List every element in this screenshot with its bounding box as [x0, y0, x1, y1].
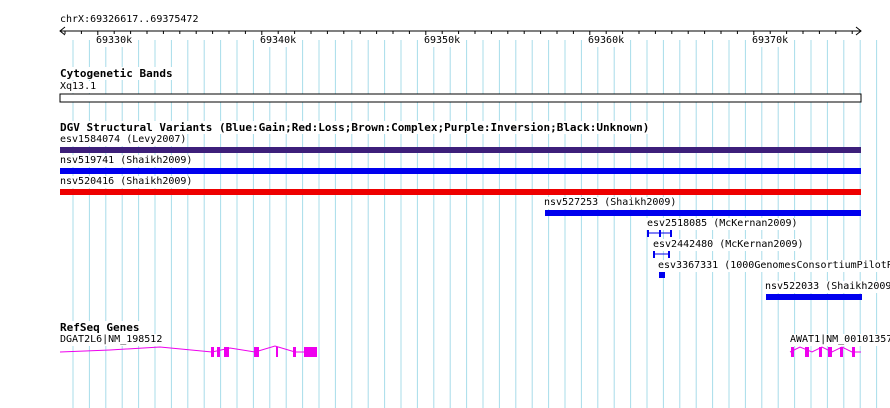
gene-exon[interactable]: [254, 347, 259, 357]
cytoband-bar[interactable]: [59, 93, 862, 103]
variant-block[interactable]: [653, 250, 655, 258]
gene-label-dgat2l6[interactable]: DGAT2L6|NM_198512: [59, 334, 164, 346]
variant-label-esv1584074[interactable]: esv1584074 (Levy2007): [59, 134, 188, 146]
cytoband-label: Xq13.1: [59, 81, 98, 93]
variant-block[interactable]: [670, 229, 672, 237]
variant-bar[interactable]: [659, 272, 665, 278]
track-graphics: [59, 26, 878, 408]
cytoband-track-title[interactable]: Cytogenetic Bands: [59, 67, 174, 80]
ruler-tick-label: 69350k: [424, 35, 461, 47]
variant-label-esv2442480[interactable]: esv2442480 (McKernan2009): [652, 239, 805, 251]
variant-label-nsv520416[interactable]: nsv520416 (Shaikh2009): [59, 176, 194, 188]
ruler-coordinates: chrX:69326617..69375472: [59, 14, 200, 26]
variant-bar[interactable]: [60, 147, 861, 153]
gene-exon[interactable]: [791, 347, 794, 357]
gene-exon[interactable]: [840, 347, 843, 357]
gene-exon[interactable]: [211, 347, 214, 357]
variant-block[interactable]: [668, 250, 670, 258]
gene-exon[interactable]: [852, 347, 855, 357]
ruler-tick-label: 69340k: [260, 35, 297, 47]
ruler-tick-label: 69370k: [752, 35, 789, 47]
ruler-tick-label: 69330k: [96, 35, 133, 47]
gene-exon[interactable]: [819, 347, 822, 357]
gene-exon[interactable]: [805, 347, 809, 357]
variant-label-nsv527253[interactable]: nsv527253 (Shaikh2009): [543, 197, 678, 209]
gene-exon[interactable]: [293, 347, 296, 357]
gene-exon[interactable]: [217, 347, 220, 357]
variant-block[interactable]: [647, 229, 649, 237]
gene-label-awat1[interactable]: AWAT1|NM_00101357: [789, 334, 890, 346]
variant-label-nsv522033[interactable]: nsv522033 (Shaikh2009: [764, 281, 890, 293]
variant-bar[interactable]: [60, 189, 861, 195]
variant-label-esv3367331[interactable]: esv3367331 (1000GenomesConsortiumPilotP: [657, 260, 890, 272]
dgv-track-title[interactable]: DGV Structural Variants (Blue:Gain;Red:L…: [59, 121, 651, 134]
variant-label-nsv519741[interactable]: nsv519741 (Shaikh2009): [59, 155, 194, 167]
gene-exon[interactable]: [828, 347, 832, 357]
variant-bar[interactable]: [766, 294, 862, 300]
gene-exon[interactable]: [304, 347, 317, 357]
variant-bar[interactable]: [60, 168, 861, 174]
gene-exon[interactable]: [224, 347, 229, 357]
variant-bar[interactable]: [545, 210, 861, 216]
genome-browser: chrX:69326617..69375472 69330k 69340k 69…: [0, 0, 890, 408]
refseq-track-title[interactable]: RefSeq Genes: [59, 321, 141, 334]
gene-intron[interactable]: [789, 346, 861, 353]
ruler-tick-label: 69360k: [588, 35, 625, 47]
variant-block[interactable]: [659, 229, 661, 237]
variant-label-esv2518085[interactable]: esv2518085 (McKernan2009): [646, 218, 799, 230]
gene-exon[interactable]: [276, 347, 278, 357]
